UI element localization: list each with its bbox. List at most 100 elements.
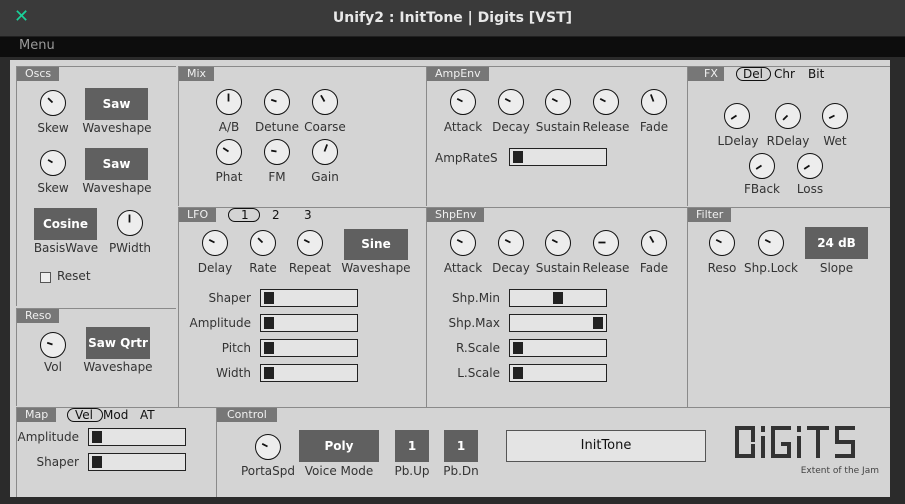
osc2-waveshape-label: Waveshape <box>82 181 152 195</box>
pb-dn-button[interactable]: 1 <box>444 430 478 462</box>
mix-gain-knob[interactable] <box>312 139 338 165</box>
lfo-tab-1[interactable]: 1 <box>241 208 249 222</box>
map-tab-mod[interactable]: Mod <box>103 408 128 422</box>
map-shaper-thumb[interactable] <box>92 456 102 468</box>
shp-rscale-slider[interactable] <box>509 339 607 357</box>
fx-rdelay-knob[interactable] <box>775 103 801 129</box>
pb-up-button[interactable]: 1 <box>395 430 429 462</box>
lfo-width-slider[interactable] <box>260 364 358 382</box>
lfo-shaper-thumb[interactable] <box>264 292 274 304</box>
filter-shplock-knob[interactable] <box>758 230 784 256</box>
map-shaper-slider[interactable] <box>88 453 186 471</box>
shp-min-thumb[interactable] <box>553 292 563 304</box>
fx-tab-bit[interactable]: Bit <box>808 67 824 81</box>
amp-rate-thumb[interactable] <box>513 151 523 163</box>
shp-rscale-thumb[interactable] <box>513 342 523 354</box>
map-amplitude-slider[interactable] <box>88 428 186 446</box>
amp-attack-knob[interactable] <box>450 89 476 115</box>
amp-fade-knob[interactable] <box>641 89 667 115</box>
amp-release-knob[interactable] <box>593 89 619 115</box>
mix-coarse-knob[interactable] <box>312 89 338 115</box>
shp-fade-knob[interactable] <box>641 230 667 256</box>
voice-mode-label: Voice Mode <box>304 464 374 478</box>
voice-mode-button[interactable]: Poly <box>299 430 379 462</box>
lfo-repeat-knob[interactable] <box>297 230 323 256</box>
amp-decay-label: Decay <box>492 120 530 134</box>
shp-max-slider[interactable] <box>509 314 607 332</box>
fx-panel: FX Del Chr Bit LDelay RDelay Wet FBack L… <box>687 66 890 206</box>
oscs-panel: Oscs Skew Saw Waveshape Skew Saw Wavesha… <box>16 66 176 306</box>
osc2-skew-label: Skew <box>37 181 69 195</box>
fx-fback-knob[interactable] <box>749 153 775 179</box>
mix-fm-label: FM <box>268 170 286 184</box>
brand-tagline: Extent of the Jam <box>800 466 879 476</box>
shp-lscale-thumb[interactable] <box>513 367 523 379</box>
shp-rscale-label: R.Scale <box>455 341 500 355</box>
map-tab-at[interactable]: AT <box>140 408 155 422</box>
fx-tab-del[interactable]: Del <box>743 67 763 81</box>
filter-slope-button[interactable]: 24 dB <box>805 227 868 259</box>
lfo-waveshape-button[interactable]: Sine <box>344 229 408 260</box>
ampenv-panel: AmpEnv Attack Decay Sustain Release Fade… <box>426 66 687 206</box>
shp-sustain-knob[interactable] <box>545 230 571 256</box>
amp-rate-slider[interactable] <box>509 148 607 166</box>
basiswave-button[interactable]: Cosine <box>34 208 97 240</box>
osc1-skew-label: Skew <box>37 121 69 135</box>
fx-loss-knob[interactable] <box>797 153 823 179</box>
mix-detune-knob[interactable] <box>264 89 290 115</box>
reso-waveshape-button[interactable]: Saw Qrtr <box>86 327 150 359</box>
reset-checkbox[interactable] <box>40 272 51 283</box>
filter-reso-label: Reso <box>707 261 737 275</box>
osc2-waveshape-button[interactable]: Saw <box>85 148 148 180</box>
shp-attack-knob[interactable] <box>450 230 476 256</box>
filter-reso-knob[interactable] <box>709 230 735 256</box>
map-title: Map <box>17 408 57 422</box>
lfo-tab-3[interactable]: 3 <box>304 208 312 222</box>
lfo-amplitude-thumb[interactable] <box>264 317 274 329</box>
lfo-waveshape-label: Waveshape <box>341 261 411 275</box>
shp-lscale-slider[interactable] <box>509 364 607 382</box>
lfo-rate-knob[interactable] <box>250 230 276 256</box>
shp-decay-knob[interactable] <box>498 230 524 256</box>
mix-ab-knob[interactable] <box>216 89 242 115</box>
lfo-pitch-slider[interactable] <box>260 339 358 357</box>
pwidth-knob[interactable] <box>117 210 143 236</box>
amp-sustain-knob[interactable] <box>545 89 571 115</box>
reset-label: Reset <box>57 269 91 283</box>
preset-name-display[interactable]: InitTone <box>506 430 706 462</box>
lfo-pitch-thumb[interactable] <box>264 342 274 354</box>
shpenv-panel: ShpEnv Attack Decay Sustain Release Fade… <box>426 207 687 407</box>
lfo-width-thumb[interactable] <box>264 367 274 379</box>
synth-panel: Oscs Skew Saw Waveshape Skew Saw Wavesha… <box>10 60 890 497</box>
osc2-skew-knob[interactable] <box>40 150 66 176</box>
shp-release-label: Release <box>582 261 630 275</box>
menu-button[interactable]: Menu <box>19 38 55 53</box>
portaspd-knob[interactable] <box>255 434 281 460</box>
shp-min-slider[interactable] <box>509 289 607 307</box>
mix-phat-knob[interactable] <box>216 139 242 165</box>
pb-up-label: Pb.Up <box>394 464 430 478</box>
osc1-skew-knob[interactable] <box>40 90 66 116</box>
fx-tab-chr[interactable]: Chr <box>774 67 795 81</box>
lfo-tab-2[interactable]: 2 <box>272 208 280 222</box>
mix-coarse-label: Coarse <box>304 120 346 134</box>
fx-rdelay-label: RDelay <box>766 134 810 148</box>
lfo-shaper-slider[interactable] <box>260 289 358 307</box>
lfo-amplitude-slider[interactable] <box>260 314 358 332</box>
shp-release-knob[interactable] <box>593 230 619 256</box>
map-amplitude-thumb[interactable] <box>92 431 102 443</box>
shp-attack-label: Attack <box>443 261 483 275</box>
lfo-delay-knob[interactable] <box>202 230 228 256</box>
fx-wet-knob[interactable] <box>822 103 848 129</box>
title-bar: ✕ Unify2 : InitTone | Digits [VST] <box>0 0 905 37</box>
amp-attack-label: Attack <box>443 120 483 134</box>
amp-decay-knob[interactable] <box>498 89 524 115</box>
fx-ldelay-knob[interactable] <box>724 103 750 129</box>
reso-vol-knob[interactable] <box>40 332 66 358</box>
shp-decay-label: Decay <box>492 261 530 275</box>
shp-max-thumb[interactable] <box>593 317 603 329</box>
osc1-waveshape-button[interactable]: Saw <box>85 88 148 120</box>
map-tab-vel[interactable]: Vel <box>75 408 93 422</box>
mix-fm-knob[interactable] <box>264 139 290 165</box>
reso-waveshape-label: Waveshape <box>83 360 153 374</box>
